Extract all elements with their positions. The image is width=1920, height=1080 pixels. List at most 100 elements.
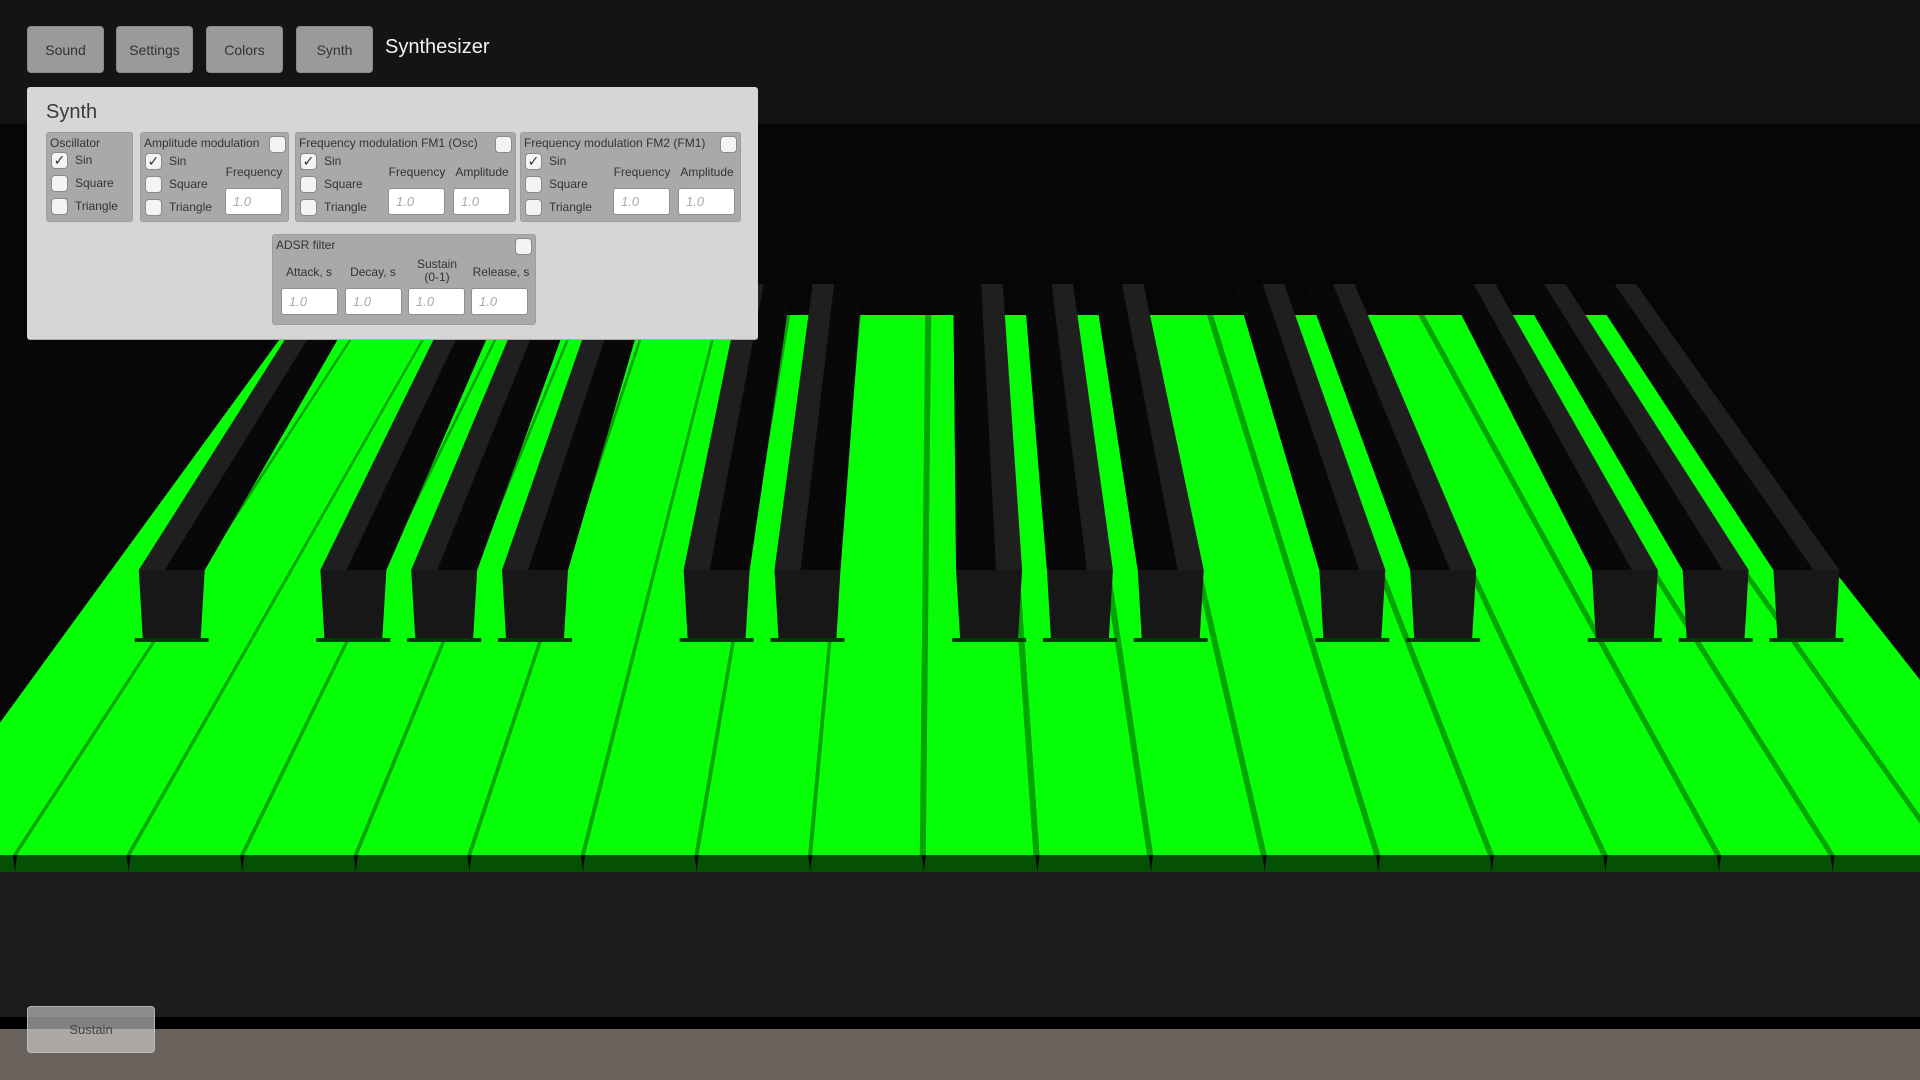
synth-button[interactable]: Synth bbox=[296, 26, 373, 73]
fm1-frequency-label: Frequency bbox=[388, 165, 446, 179]
colors-button[interactable]: Colors bbox=[206, 26, 283, 73]
white-key-front-face[interactable] bbox=[128, 855, 243, 872]
fm1-sin-option[interactable]: ✓ Sin bbox=[300, 151, 341, 171]
white-key-front-face[interactable] bbox=[810, 855, 924, 872]
black-key-front-face[interactable] bbox=[1319, 570, 1386, 638]
black-key-shadow[interactable] bbox=[1133, 638, 1208, 642]
checkbox[interactable] bbox=[525, 175, 542, 193]
amplitude-modulation-enable-checkbox[interactable] bbox=[269, 136, 286, 153]
fm2-group: Frequency modulation FM2 (FM1) ✓ Sin Squ… bbox=[520, 132, 741, 222]
release-input[interactable] bbox=[471, 288, 528, 315]
white-key-front-face[interactable] bbox=[1832, 855, 1920, 872]
checkmark-icon: ✓ bbox=[53, 152, 66, 168]
adsr-enable-checkbox[interactable] bbox=[515, 238, 532, 255]
white-key-front-face[interactable] bbox=[583, 855, 697, 872]
am-triangle-option[interactable]: Triangle bbox=[145, 197, 212, 217]
white-key-front-face[interactable] bbox=[0, 855, 15, 872]
black-key-shadow[interactable] bbox=[316, 638, 391, 642]
black-key-front-face[interactable] bbox=[683, 570, 750, 638]
white-key-front-face[interactable] bbox=[15, 855, 129, 872]
black-key-shadow[interactable] bbox=[134, 638, 209, 642]
checkmark-icon: ✓ bbox=[147, 153, 160, 169]
white-key-front-face[interactable] bbox=[1264, 855, 1379, 872]
checkbox[interactable] bbox=[300, 175, 317, 193]
attack-input[interactable] bbox=[281, 288, 338, 315]
fm1-enable-checkbox[interactable] bbox=[495, 136, 512, 153]
oscillator-square-option[interactable]: Square bbox=[51, 173, 114, 193]
checkbox[interactable] bbox=[145, 175, 162, 193]
checkbox[interactable]: ✓ bbox=[525, 152, 542, 170]
decay-label: Decay, s bbox=[350, 265, 396, 279]
checkbox[interactable] bbox=[525, 198, 542, 216]
sound-button[interactable]: Sound bbox=[27, 26, 104, 73]
black-key-shadow[interactable] bbox=[407, 638, 482, 642]
black-key-front-face[interactable] bbox=[1682, 570, 1749, 638]
black-key-front-face[interactable] bbox=[502, 570, 569, 638]
black-key-shadow[interactable] bbox=[1587, 638, 1662, 642]
fm2-square-option[interactable]: Square bbox=[525, 174, 588, 194]
black-key-shadow[interactable] bbox=[1678, 638, 1753, 642]
fm2-frequency-input[interactable] bbox=[613, 188, 670, 215]
white-key-front-face[interactable] bbox=[355, 855, 470, 872]
option-label: Square bbox=[549, 177, 588, 191]
attack-label: Attack, s bbox=[285, 265, 332, 279]
black-key-front-face[interactable] bbox=[320, 570, 387, 638]
white-key-front-face[interactable] bbox=[696, 855, 811, 872]
black-key-front-face[interactable] bbox=[138, 570, 205, 638]
decay-input[interactable] bbox=[345, 288, 402, 315]
black-key-front-face[interactable] bbox=[1137, 570, 1204, 638]
white-key-front-face[interactable] bbox=[1151, 855, 1265, 872]
fm2-amplitude-input[interactable] bbox=[678, 188, 735, 215]
settings-button[interactable]: Settings bbox=[116, 26, 193, 73]
option-label: Triangle bbox=[549, 200, 592, 214]
white-key-front-face[interactable] bbox=[1491, 855, 1606, 872]
checkbox[interactable]: ✓ bbox=[300, 152, 317, 170]
fm2-frequency-label: Frequency bbox=[613, 165, 671, 179]
oscillator-sin-option[interactable]: ✓ Sin bbox=[51, 150, 92, 170]
black-key-shadow[interactable] bbox=[498, 638, 573, 642]
checkbox[interactable] bbox=[51, 174, 68, 192]
black-key-front-face[interactable] bbox=[1410, 570, 1477, 638]
oscillator-group: Oscillator ✓ Sin Square Triangle bbox=[46, 132, 133, 222]
black-key-shadow[interactable] bbox=[1769, 638, 1844, 642]
floor bbox=[0, 1029, 1920, 1080]
checkbox[interactable]: ✓ bbox=[51, 151, 68, 169]
fm1-frequency-input[interactable] bbox=[388, 188, 445, 215]
sustain-button[interactable]: Sustain bbox=[27, 1006, 155, 1053]
sustain-input[interactable] bbox=[408, 288, 465, 315]
option-label: Triangle bbox=[324, 200, 367, 214]
black-key-shadow[interactable] bbox=[952, 638, 1027, 642]
white-key-front-face[interactable] bbox=[1719, 855, 1833, 872]
white-key-front-face[interactable] bbox=[469, 855, 583, 872]
checkbox[interactable] bbox=[300, 198, 317, 216]
black-key-front-face[interactable] bbox=[1046, 570, 1113, 638]
checkbox[interactable] bbox=[51, 197, 68, 215]
white-key-front-face[interactable] bbox=[242, 855, 356, 872]
black-key-shadow[interactable] bbox=[1042, 638, 1117, 642]
black-key-shadow[interactable] bbox=[679, 638, 754, 642]
checkbox[interactable] bbox=[145, 198, 162, 216]
checkbox[interactable]: ✓ bbox=[145, 152, 162, 170]
black-key-front-face[interactable] bbox=[411, 570, 478, 638]
black-key-front-face[interactable] bbox=[1591, 570, 1658, 638]
black-key-front-face[interactable] bbox=[1773, 570, 1840, 638]
fm1-amplitude-input[interactable] bbox=[453, 188, 510, 215]
fm2-sin-option[interactable]: ✓ Sin bbox=[525, 151, 566, 171]
black-key-shadow[interactable] bbox=[770, 638, 845, 642]
black-key-shadow[interactable] bbox=[1315, 638, 1390, 642]
black-key-front-face[interactable] bbox=[956, 570, 1023, 638]
fm1-square-option[interactable]: Square bbox=[300, 174, 363, 194]
am-sin-option[interactable]: ✓ Sin bbox=[145, 151, 186, 171]
oscillator-triangle-option[interactable]: Triangle bbox=[51, 196, 118, 216]
fm2-enable-checkbox[interactable] bbox=[720, 136, 737, 153]
fm1-triangle-option[interactable]: Triangle bbox=[300, 197, 367, 217]
white-key-front-face[interactable] bbox=[1378, 855, 1492, 872]
black-key-shadow[interactable] bbox=[1406, 638, 1481, 642]
am-frequency-input[interactable] bbox=[225, 188, 282, 215]
white-key-front-face[interactable] bbox=[1037, 855, 1151, 872]
white-key-front-face[interactable] bbox=[923, 855, 1038, 872]
black-key-front-face[interactable] bbox=[774, 570, 841, 638]
white-key-front-face[interactable] bbox=[1605, 855, 1719, 872]
am-square-option[interactable]: Square bbox=[145, 174, 208, 194]
fm2-triangle-option[interactable]: Triangle bbox=[525, 197, 592, 217]
